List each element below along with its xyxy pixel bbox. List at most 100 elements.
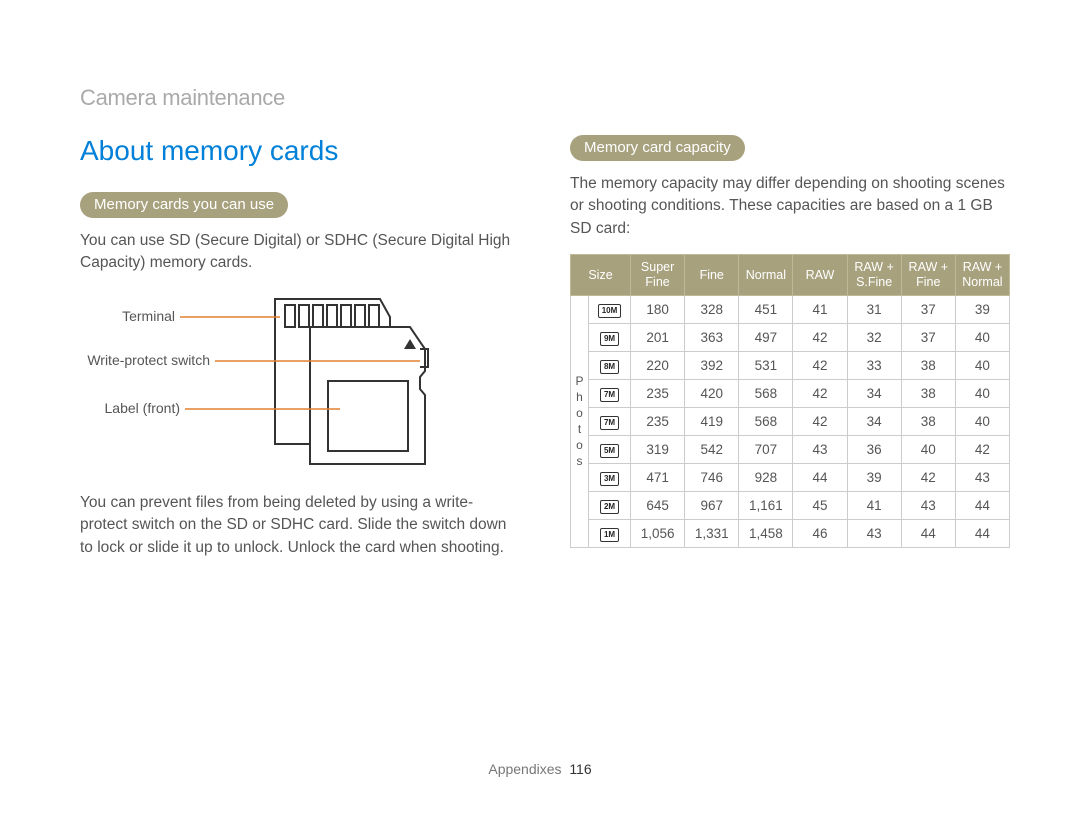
capacity-cell: 542 (685, 436, 739, 464)
capacity-cell: 42 (955, 436, 1009, 464)
capacity-text: The memory capacity may differ depending… (570, 173, 1010, 240)
capacity-cell: 37 (901, 296, 955, 324)
capacity-cell: 1,331 (685, 520, 739, 548)
capacity-cell: 40 (955, 380, 1009, 408)
capacity-cell: 967 (685, 492, 739, 520)
col-header: Normal (739, 255, 793, 296)
capacity-cell: 707 (739, 436, 793, 464)
capacity-cell: 44 (955, 520, 1009, 548)
footer-label: Appendixes (488, 761, 561, 777)
capacity-cell: 42 (901, 464, 955, 492)
size-icon-cell: 7M (589, 408, 631, 436)
capacity-cell: 42 (793, 324, 847, 352)
capacity-cell: 363 (685, 324, 739, 352)
capacity-cell: 40 (955, 408, 1009, 436)
size-icon-cell: 1M (589, 520, 631, 548)
capacity-cell: 531 (739, 352, 793, 380)
table-row: 7M23541956842343840 (571, 408, 1010, 436)
capacity-cell: 31 (847, 296, 901, 324)
size-icon-cell: 3M (589, 464, 631, 492)
subhead-cards-usable: Memory cards you can use (80, 192, 288, 218)
capacity-cell: 33 (847, 352, 901, 380)
capacity-cell: 44 (793, 464, 847, 492)
capacity-cell: 39 (955, 296, 1009, 324)
capacity-cell: 43 (847, 520, 901, 548)
capacity-cell: 746 (685, 464, 739, 492)
size-icon-cell: 5M (589, 436, 631, 464)
capacity-cell: 42 (793, 352, 847, 380)
capacity-cell: 39 (847, 464, 901, 492)
capacity-cell: 392 (685, 352, 739, 380)
capacity-cell: 220 (631, 352, 685, 380)
capacity-cell: 928 (739, 464, 793, 492)
capacity-cell: 328 (685, 296, 739, 324)
capacity-cell: 319 (631, 436, 685, 464)
capacity-cell: 42 (793, 380, 847, 408)
left-column: About memory cards Memory cards you can … (80, 80, 520, 573)
label-front: Label (front) (105, 400, 180, 416)
col-header: RAW (793, 255, 847, 296)
capacity-cell: 41 (847, 492, 901, 520)
capacity-cell: 40 (955, 324, 1009, 352)
col-header: RAW +S.Fine (847, 255, 901, 296)
capacity-cell: 180 (631, 296, 685, 324)
capacity-cell: 235 (631, 408, 685, 436)
capacity-cell: 41 (793, 296, 847, 324)
col-header: RAW +Normal (955, 255, 1009, 296)
subhead-capacity: Memory card capacity (570, 135, 745, 161)
capacity-cell: 451 (739, 296, 793, 324)
size-icon-cell: 2M (589, 492, 631, 520)
col-header: Fine (685, 255, 739, 296)
capacity-table: SizeSuperFineFineNormalRAWRAW +S.FineRAW… (570, 254, 1010, 548)
capacity-cell: 471 (631, 464, 685, 492)
capacity-cell: 34 (847, 380, 901, 408)
capacity-cell: 497 (739, 324, 793, 352)
capacity-cell: 40 (955, 352, 1009, 380)
table-row: 7M23542056842343840 (571, 380, 1010, 408)
capacity-cell: 46 (793, 520, 847, 548)
cards-usable-text: You can use SD (Secure Digital) or SDHC … (80, 230, 520, 275)
capacity-cell: 45 (793, 492, 847, 520)
table-row: 8M22039253142333840 (571, 352, 1010, 380)
right-column: Memory card capacity The memory capacity… (570, 80, 1010, 573)
capacity-cell: 43 (901, 492, 955, 520)
table-row: Photos10M18032845141313739 (571, 296, 1010, 324)
capacity-cell: 645 (631, 492, 685, 520)
label-wps: Write-protect switch (87, 352, 210, 368)
footer-page: 116 (569, 761, 591, 777)
table-row: 9M20136349742323740 (571, 324, 1010, 352)
capacity-cell: 420 (685, 380, 739, 408)
capacity-cell: 201 (631, 324, 685, 352)
capacity-cell: 37 (901, 324, 955, 352)
capacity-cell: 32 (847, 324, 901, 352)
size-icon-cell: 10M (589, 296, 631, 324)
col-size: Size (571, 255, 631, 296)
col-header: RAW +Fine (901, 255, 955, 296)
page-footer: Appendixes 116 (0, 761, 1080, 777)
table-row: 1M1,0561,3311,45846434444 (571, 520, 1010, 548)
sd-card-diagram: Terminal Write-protect switch Label (fro… (80, 289, 520, 474)
table-row: 2M6459671,16145414344 (571, 492, 1010, 520)
capacity-cell: 38 (901, 380, 955, 408)
capacity-cell: 44 (901, 520, 955, 548)
page-title: About memory cards (80, 135, 520, 167)
size-icon-cell: 8M (589, 352, 631, 380)
capacity-cell: 36 (847, 436, 901, 464)
rowgroup-label: Photos (571, 296, 589, 548)
col-header: SuperFine (631, 255, 685, 296)
table-row: 3M47174692844394243 (571, 464, 1010, 492)
capacity-cell: 40 (901, 436, 955, 464)
capacity-cell: 235 (631, 380, 685, 408)
label-terminal: Terminal (122, 308, 175, 324)
write-protect-text: You can prevent files from being deleted… (80, 492, 520, 559)
capacity-cell: 43 (955, 464, 1009, 492)
capacity-cell: 34 (847, 408, 901, 436)
size-icon-cell: 7M (589, 380, 631, 408)
capacity-cell: 568 (739, 380, 793, 408)
table-row: 5M31954270743364042 (571, 436, 1010, 464)
capacity-cell: 1,056 (631, 520, 685, 548)
capacity-cell: 38 (901, 352, 955, 380)
size-icon-cell: 9M (589, 324, 631, 352)
capacity-cell: 568 (739, 408, 793, 436)
capacity-cell: 42 (793, 408, 847, 436)
